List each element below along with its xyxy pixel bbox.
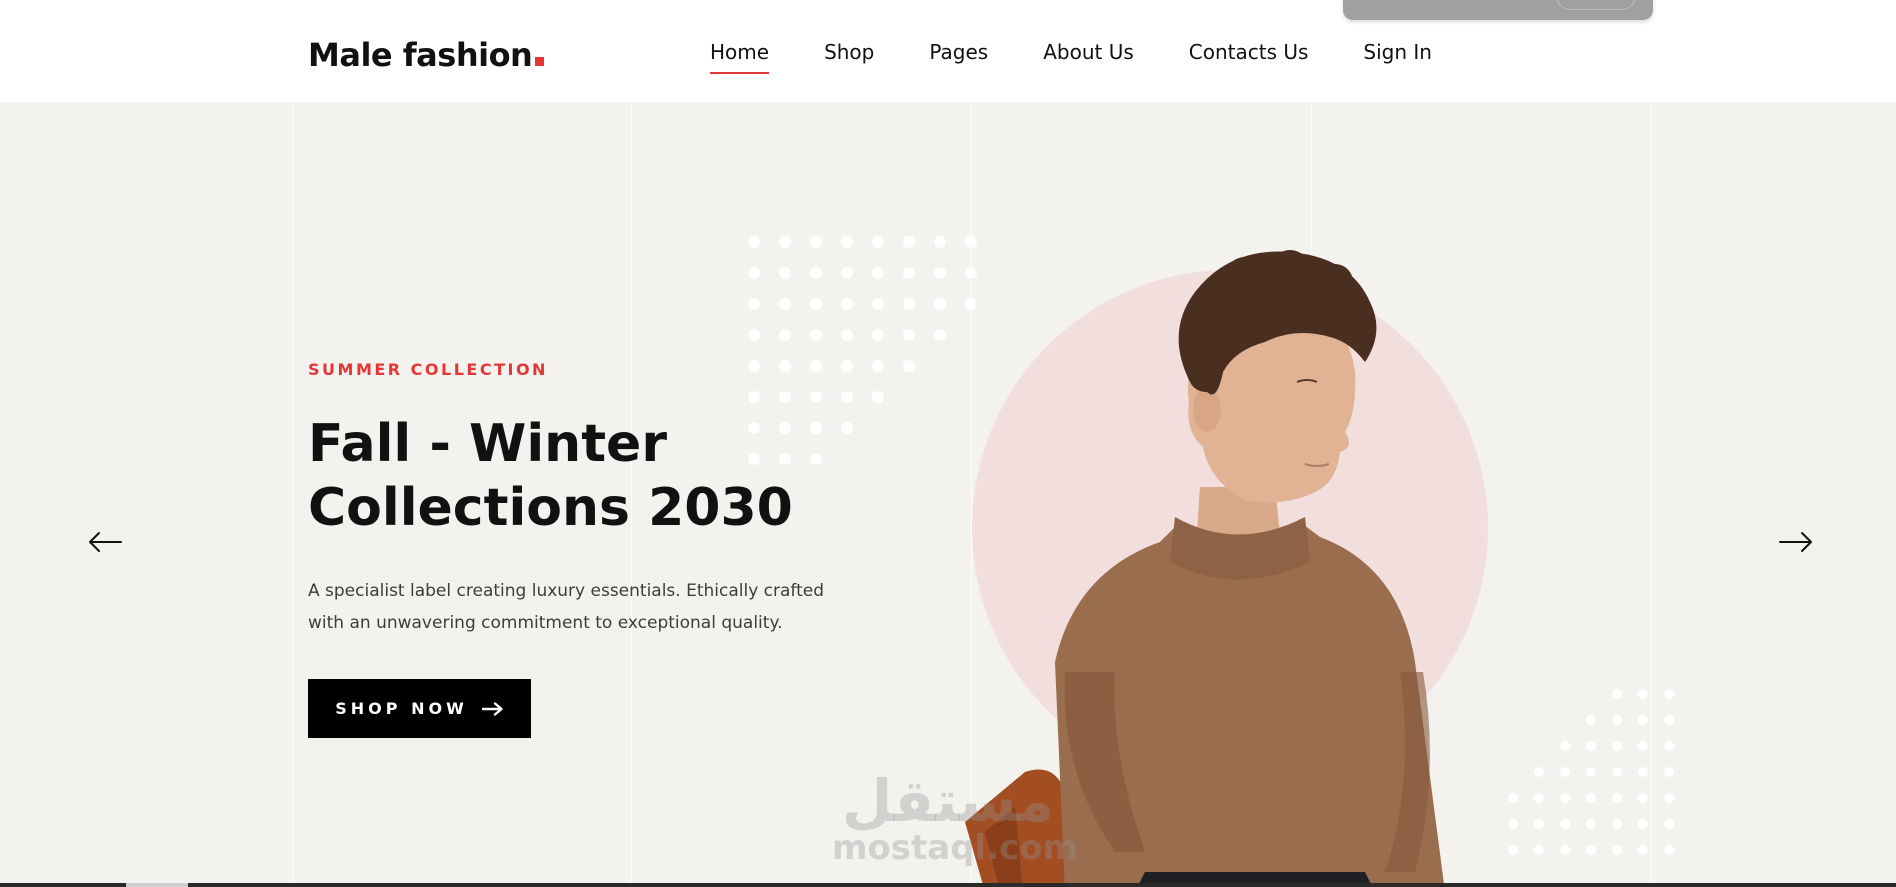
- shop-now-label: SHOP NOW: [335, 699, 468, 718]
- main-nav: Home Shop Pages About Us Contacts Us Sig…: [710, 40, 1432, 74]
- hero-description: A specialist label creating luxury essen…: [308, 575, 828, 639]
- hero-slider: SUMMER COLLECTION Fall - Winter Collecti…: [0, 102, 1896, 887]
- nav-about-us[interactable]: About Us: [1043, 40, 1134, 64]
- logo[interactable]: Male fashion: [308, 36, 545, 74]
- hero-subtitle: SUMMER COLLECTION: [308, 360, 548, 379]
- dot-pattern-bottom: [1500, 684, 1680, 864]
- nav-contacts-us[interactable]: Contacts Us: [1189, 40, 1309, 64]
- bottom-scrollbar[interactable]: [0, 883, 1896, 887]
- logo-text: Male fashion: [308, 36, 533, 74]
- site-header: Male fashion Home Shop Pages About Us Co…: [0, 0, 1896, 102]
- watermark-arabic: مستقل: [841, 767, 1055, 835]
- hero-description-line1: A specialist label creating luxury essen…: [308, 581, 825, 601]
- hero-description-line2: with an unwavering commitment to excepti…: [308, 613, 783, 633]
- nav-sign-in[interactable]: Sign In: [1363, 40, 1432, 64]
- top-overlay-bar: [1343, 0, 1653, 20]
- grid-line: [292, 102, 293, 887]
- arrow-left-icon[interactable]: [87, 530, 123, 554]
- nav-home[interactable]: Home: [710, 40, 770, 74]
- scrollbar-thumb[interactable]: [126, 883, 188, 887]
- arrow-right-icon[interactable]: [1778, 530, 1814, 554]
- nav-shop[interactable]: Shop: [824, 40, 874, 64]
- hero-title-line1: Fall - Winter: [308, 414, 667, 474]
- hero-title: Fall - Winter Collections 2030: [308, 412, 828, 540]
- watermark: مستقل mostaql.com: [832, 767, 1079, 868]
- nav-pages[interactable]: Pages: [929, 40, 988, 64]
- watermark-latin: mostaql.com: [832, 828, 1079, 868]
- hero-title-line2: Collections 2030: [308, 478, 793, 538]
- arrow-right-icon: [481, 701, 503, 716]
- shop-now-button[interactable]: SHOP NOW: [308, 679, 531, 738]
- logo-dot: [535, 57, 545, 66]
- top-overlay-tab[interactable]: [1556, 0, 1636, 10]
